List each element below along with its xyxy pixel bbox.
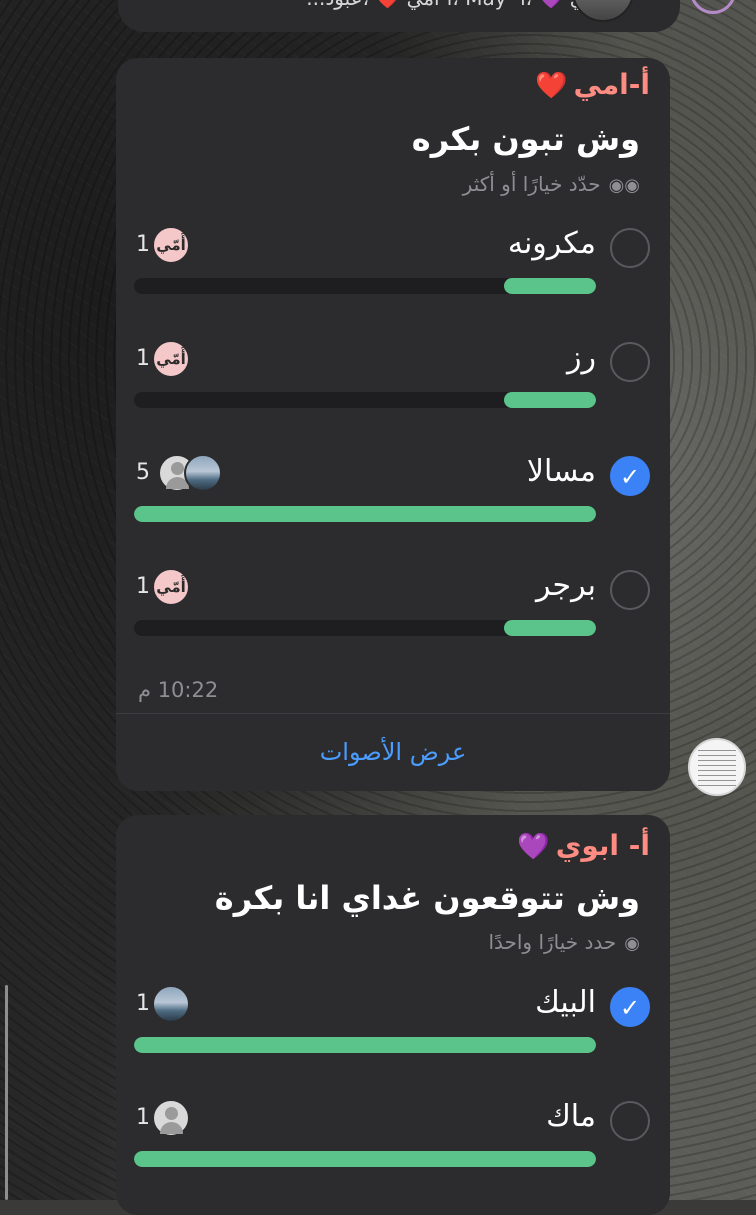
result-bar xyxy=(134,506,596,522)
result-bar xyxy=(134,392,596,408)
option-label: رز xyxy=(567,340,596,375)
option-radio[interactable] xyxy=(610,342,650,382)
result-bar-fill xyxy=(503,620,596,636)
option-check-icon[interactable]: ✓ xyxy=(610,987,650,1027)
voter-avatar xyxy=(152,985,190,1023)
vote-count: 1 xyxy=(136,1105,150,1130)
poll-option[interactable]: ✓ مسالا 5 xyxy=(116,454,670,566)
result-bar xyxy=(134,1037,596,1053)
voter-avatar: أُمّي xyxy=(152,340,190,378)
option-label: البيك xyxy=(535,985,596,1020)
option-label: ماك xyxy=(546,1099,596,1134)
poll-hint: ◉◉ حدّد خيارًا أو أكثر xyxy=(463,172,640,196)
option-radio[interactable] xyxy=(610,1101,650,1141)
voter-avatar xyxy=(184,454,222,492)
voter-avatar xyxy=(152,1099,190,1137)
divider xyxy=(116,713,670,714)
option-label: برجر xyxy=(536,568,596,603)
voter-avatar: أُمّي xyxy=(152,568,190,606)
vote-count: 1 xyxy=(136,232,150,257)
poll-message-2[interactable]: أ- ابوي💜 وش تتوقعون غداي انا بكرة ◉ حدد خ… xyxy=(116,815,670,1215)
result-bar-fill xyxy=(503,278,596,294)
vote-count: 1 xyxy=(136,991,150,1016)
result-bar-fill xyxy=(134,506,596,522)
vote-count: 1 xyxy=(136,574,150,599)
poll-option[interactable]: ✓ البيك 1 xyxy=(116,985,670,1097)
check-circle-icon: ◉ xyxy=(624,933,640,954)
sender-name-text: أ-امي xyxy=(573,68,650,101)
option-check-icon[interactable]: ✓ xyxy=(610,456,650,496)
sender-avatar[interactable] xyxy=(688,738,746,796)
purple-heart-emoji-icon: 💜 xyxy=(517,832,550,862)
result-bar xyxy=(134,620,596,636)
poll-question: وش تبون بكره xyxy=(411,120,640,158)
vote-count: 1 xyxy=(136,346,150,371)
sender-name[interactable]: أ-امي❤️ xyxy=(535,68,650,101)
poll-hint: ◉ حدد خيارًا واحدًا xyxy=(488,930,640,954)
poll-hint-text: حدّد خيارًا أو أكثر xyxy=(462,172,601,196)
poll-option[interactable]: مكرونه أُمّي 1 xyxy=(116,226,670,338)
sender-name[interactable]: أ- ابوي💜 xyxy=(517,829,650,862)
vote-count: 5 xyxy=(136,460,150,485)
option-radio[interactable] xyxy=(610,570,650,610)
poll-question: وش تتوقعون غداي انا بكرة xyxy=(214,879,640,917)
poll-option[interactable]: ماك 1 xyxy=(116,1099,670,1211)
option-label: مكرونه xyxy=(507,226,596,261)
scrollbar[interactable] xyxy=(5,985,8,1200)
result-bar xyxy=(134,278,596,294)
sender-name-text: أ- ابوي xyxy=(555,829,650,862)
poll-hint-text: حدد خيارًا واحدًا xyxy=(488,930,617,954)
result-bar-fill xyxy=(134,1151,596,1167)
voter-avatar: أُمّي xyxy=(152,226,190,264)
double-check-icon: ◉◉ xyxy=(608,175,640,196)
poll-message-1[interactable]: أ-امي❤️ وش تبون بكره ◉◉ حدّد خيارًا أو أك… xyxy=(116,58,670,791)
poll-option[interactable]: رز أُمّي 1 xyxy=(116,340,670,452)
heart-emoji-icon: ❤️ xyxy=(535,71,568,101)
result-bar-fill xyxy=(503,392,596,408)
view-votes-button[interactable]: عرض الأصوات xyxy=(116,738,670,766)
message-time: 10:22 م xyxy=(138,678,219,702)
option-radio[interactable] xyxy=(610,228,650,268)
poll-option[interactable]: برجر أُمّي 1 xyxy=(116,568,670,680)
option-label: مسالا xyxy=(526,454,596,489)
result-bar xyxy=(134,1151,596,1167)
result-bar-fill xyxy=(134,1037,596,1053)
